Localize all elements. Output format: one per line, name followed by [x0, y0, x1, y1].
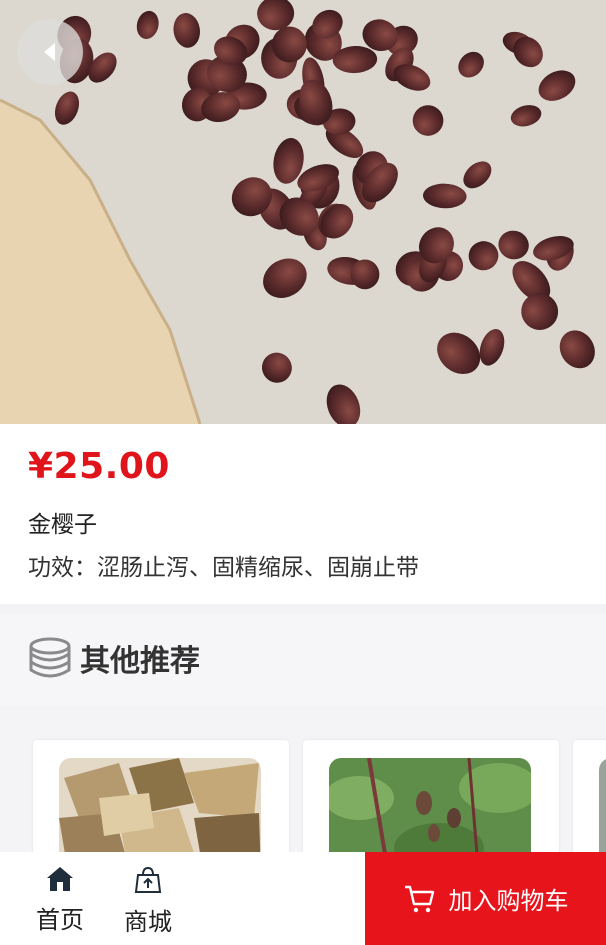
recommend-card[interactable]	[573, 740, 606, 856]
product-efficacy: 功效：涩肠止泻、固精缩尿、固崩止带	[28, 555, 419, 581]
rosehip-seed	[350, 259, 380, 290]
recommend-card[interactable]	[33, 740, 289, 856]
coin-stack-icon	[29, 637, 71, 678]
nav-mall-label: 商城	[124, 908, 172, 936]
recommend-title: 其他推荐	[80, 644, 200, 679]
cart-icon	[404, 885, 434, 912]
bottom-action-bar: 首页 商城 加入购物车	[0, 852, 606, 945]
green-plant-photo	[329, 758, 531, 856]
nav-mall[interactable]: 商城	[113, 866, 183, 937]
product-photo	[0, 0, 606, 424]
recommend-thumb	[329, 758, 531, 856]
add-to-cart-label: 加入购物车	[448, 887, 569, 915]
product-image	[0, 0, 606, 424]
dried-bark-photo	[59, 758, 261, 856]
product-info: ¥25.00 金樱子 功效：涩肠止泻、固精缩尿、固崩止带	[0, 424, 606, 604]
back-button[interactable]	[17, 19, 83, 85]
section-divider	[0, 604, 606, 614]
recommend-thumb	[599, 758, 606, 856]
recommend-list	[0, 706, 606, 856]
recommend-header: 其他推荐	[0, 614, 606, 706]
recommend-card[interactable]	[303, 740, 559, 856]
product-name: 金樱子	[28, 512, 97, 538]
home-icon	[47, 867, 73, 891]
recommend-thumb	[59, 758, 261, 856]
product-price: ¥25.00	[28, 446, 170, 487]
nav-home-label: 首页	[36, 906, 84, 934]
shopping-bag-icon	[134, 866, 162, 893]
add-to-cart-button[interactable]: 加入购物车	[365, 852, 606, 945]
nav-home[interactable]: 首页	[25, 866, 95, 935]
back-arrow-icon	[44, 43, 55, 61]
